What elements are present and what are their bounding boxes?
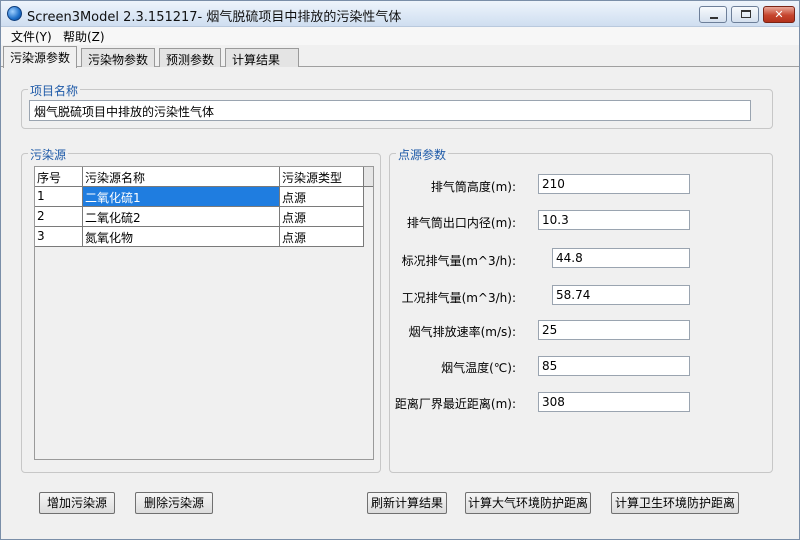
- table-row-name[interactable]: 氮氧化物: [83, 227, 280, 247]
- tab-prediction-params[interactable]: 预测参数: [159, 48, 221, 67]
- close-button[interactable]: ✕: [763, 6, 795, 23]
- menu-bar: 文件(Y) 帮助(Z): [1, 27, 799, 45]
- source-group: 污染源 序号 污染源名称 污染源类型 1 二氧化硫1 点源 2 二氧化硫2 点源…: [21, 146, 381, 473]
- menu-file[interactable]: 文件(Y): [9, 28, 54, 45]
- stack-height-label: 排气筒高度(m):: [430, 180, 516, 194]
- actual-flow-label: 工况排气量(m^3/h):: [401, 291, 516, 305]
- column-header-name[interactable]: 污染源名称: [83, 167, 280, 187]
- point-source-group: 点源参数 排气筒高度(m): 210 排气筒出口内径(m): 10.3 标况排气…: [389, 146, 773, 473]
- gas-temperature-label: 烟气温度(℃):: [441, 361, 516, 375]
- add-source-button[interactable]: 增加污染源: [39, 492, 115, 514]
- table-row-type[interactable]: 点源: [280, 227, 364, 247]
- minimize-icon: [710, 17, 718, 19]
- maximize-button[interactable]: [731, 6, 759, 23]
- table-row-type[interactable]: 点源: [280, 187, 364, 207]
- table-row-name[interactable]: 二氧化硫2: [83, 207, 280, 227]
- table-row-type[interactable]: 点源: [280, 207, 364, 227]
- stack-diameter-label: 排气筒出口内径(m):: [406, 216, 516, 230]
- exit-velocity-input[interactable]: 25: [538, 320, 690, 340]
- actual-flow-input[interactable]: 58.74: [552, 285, 690, 305]
- refresh-results-button[interactable]: 刷新计算结果: [367, 492, 447, 514]
- tab-pollutant-params[interactable]: 污染物参数: [81, 48, 155, 67]
- column-header-index[interactable]: 序号: [35, 167, 83, 187]
- tab-source-params[interactable]: 污染源参数: [3, 46, 77, 68]
- tab-strip: 污染源参数 污染物参数 预测参数 计算结果: [1, 45, 799, 68]
- maximize-icon: [741, 10, 751, 18]
- tab-panel: 项目名称 烟气脱硫项目中排放的污染性气体 污染源 序号 污染源名称 污染源类型 …: [1, 67, 799, 539]
- std-flow-input[interactable]: 44.8: [552, 248, 690, 268]
- gas-temperature-input[interactable]: 85: [538, 356, 690, 376]
- std-flow-label: 标况排气量(m^3/h):: [401, 254, 516, 268]
- calc-atmospheric-distance-button[interactable]: 计算大气环境防护距离: [465, 492, 591, 514]
- table-row-index[interactable]: 1: [35, 187, 83, 207]
- title-bar[interactable]: Screen3Model 2.3.151217- 烟气脱硫项目中排放的污染性气体…: [1, 1, 799, 27]
- minimize-button[interactable]: [699, 6, 727, 23]
- project-name-title: 项目名称: [28, 82, 81, 99]
- stack-diameter-input[interactable]: 10.3: [538, 210, 690, 230]
- delete-source-button[interactable]: 删除污染源: [135, 492, 213, 514]
- project-name-input[interactable]: 烟气脱硫项目中排放的污染性气体: [29, 100, 751, 121]
- boundary-distance-label: 距离厂界最近距离(m):: [394, 397, 516, 411]
- point-source-title: 点源参数: [396, 146, 449, 163]
- app-globe-icon: [7, 6, 22, 21]
- stack-height-input[interactable]: 210: [538, 174, 690, 194]
- tab-results[interactable]: 计算结果: [225, 48, 299, 67]
- column-header-type[interactable]: 污染源类型: [280, 167, 364, 187]
- table-row-index[interactable]: 2: [35, 207, 83, 227]
- table-row-index[interactable]: 3: [35, 227, 83, 247]
- source-group-title: 污染源: [28, 146, 69, 163]
- exit-velocity-label: 烟气排放速率(m/s):: [408, 325, 516, 339]
- grid-header-filler: [364, 167, 373, 187]
- menu-help[interactable]: 帮助(Z): [61, 28, 107, 45]
- calc-sanitary-distance-button[interactable]: 计算卫生环境防护距离: [611, 492, 739, 514]
- source-grid[interactable]: 序号 污染源名称 污染源类型 1 二氧化硫1 点源 2 二氧化硫2 点源 3 氮…: [34, 166, 374, 460]
- close-icon: ✕: [774, 8, 784, 21]
- window-title: Screen3Model 2.3.151217- 烟气脱硫项目中排放的污染性气体: [27, 10, 402, 25]
- project-name-group: 项目名称 烟气脱硫项目中排放的污染性气体: [21, 82, 773, 129]
- boundary-distance-input[interactable]: 308: [538, 392, 690, 412]
- main-window: Screen3Model 2.3.151217- 烟气脱硫项目中排放的污染性气体…: [0, 0, 800, 540]
- table-row-name[interactable]: 二氧化硫1: [83, 187, 280, 207]
